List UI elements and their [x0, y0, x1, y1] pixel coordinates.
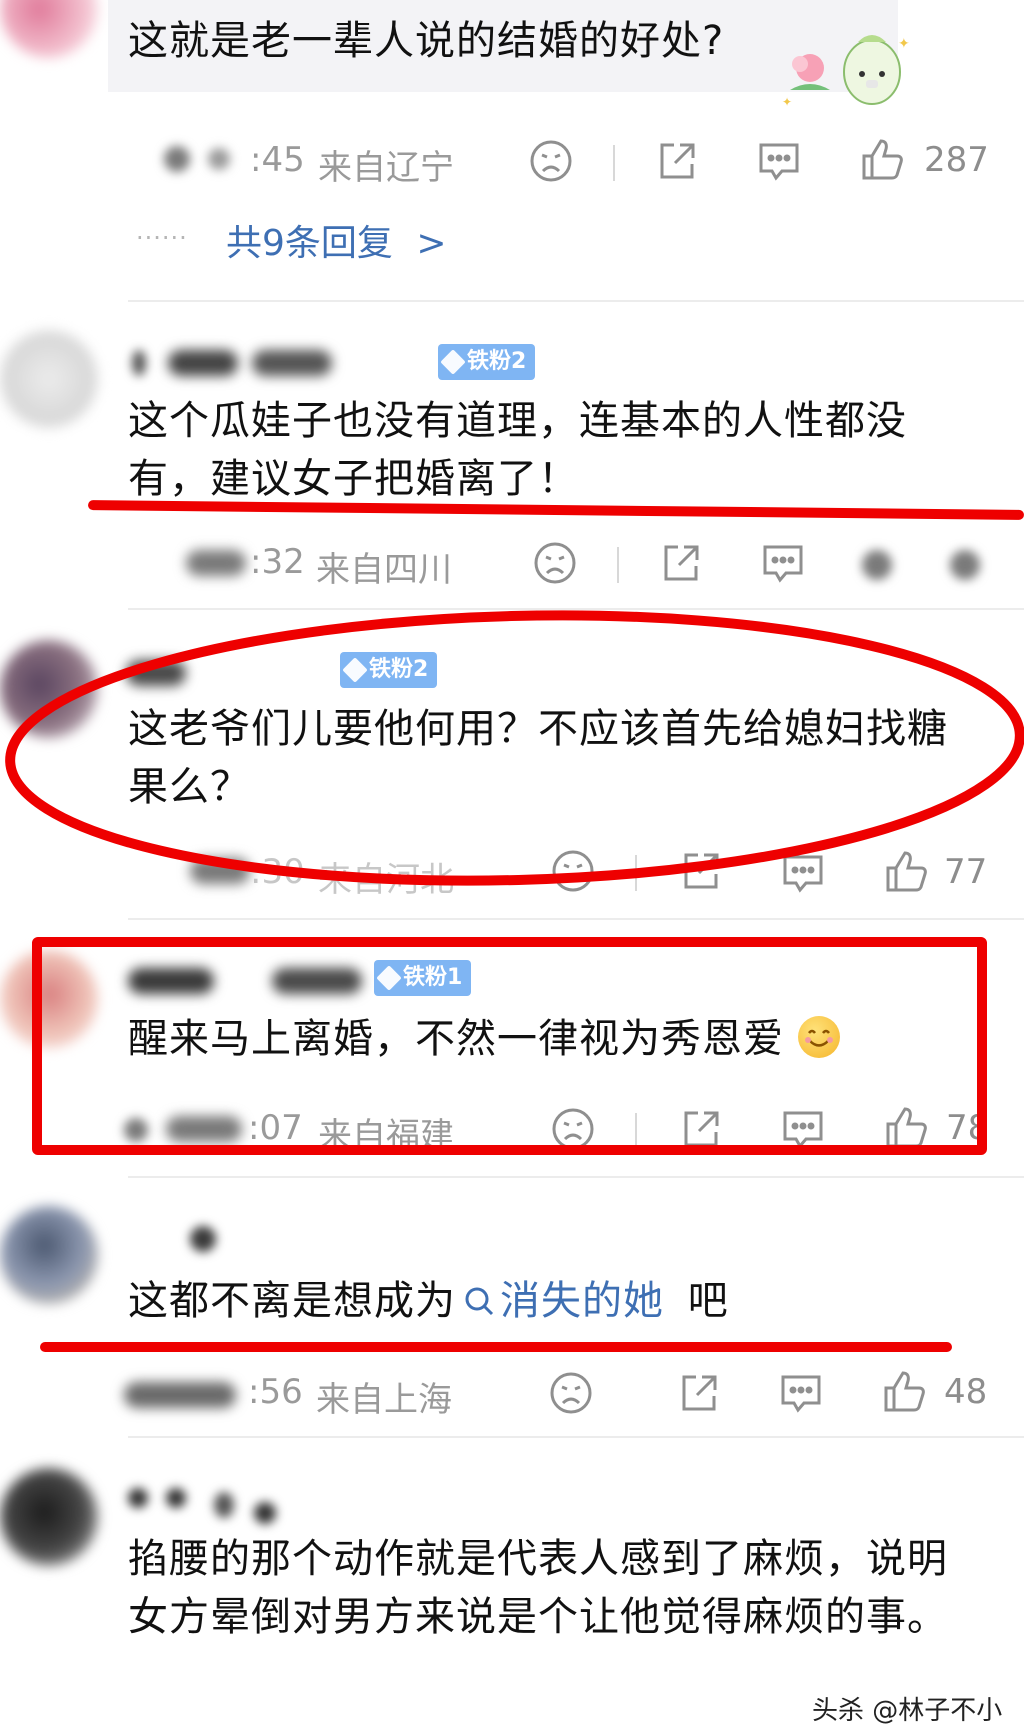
- blurred-username: [190, 1226, 216, 1252]
- comment-time: :56: [248, 1372, 303, 1412]
- comment-time: :32: [250, 542, 305, 582]
- comment-text: 这个瓜娃子也没有道理，连基本的人性都没有，建议女子把婚离了！: [128, 398, 907, 502]
- comment-icon[interactable]: [756, 138, 802, 184]
- divider: [613, 145, 615, 181]
- diamond-icon: [440, 349, 466, 375]
- blurred-date: [124, 1382, 236, 1408]
- badge-label: 铁粉2: [467, 349, 527, 374]
- blurred-username: [254, 1502, 276, 1524]
- avatar[interactable]: [0, 0, 98, 58]
- thumbs-up-icon[interactable]: [882, 1368, 928, 1414]
- share-icon[interactable]: [654, 138, 700, 184]
- comment-text-suffix: 吧: [687, 1278, 729, 1324]
- comment-icon[interactable]: [760, 540, 806, 586]
- comment-text: 掐腰的那个动作就是代表人感到了麻烦，说明女方晕倒对男方来说是个让他觉得麻烦的事。: [128, 1536, 948, 1640]
- chevron-right-icon: >: [416, 223, 447, 264]
- blurred-date: [208, 148, 230, 170]
- divider: [128, 918, 1024, 920]
- comment-time: :45: [250, 140, 305, 180]
- comment-location: 来自四川: [316, 550, 452, 590]
- avatar[interactable]: [0, 330, 98, 428]
- topic-link-label[interactable]: 消失的她: [500, 1278, 664, 1324]
- avatar[interactable]: [0, 1206, 98, 1304]
- replies-count-label: 共9条回复: [226, 223, 393, 264]
- dislike-face-icon[interactable]: [532, 540, 578, 586]
- comment-text: 这都不离是想成为 消失的她 吧: [128, 1272, 988, 1334]
- like-count: 287: [924, 140, 989, 180]
- fan-level-badge: 铁粉2: [438, 344, 536, 380]
- blurred-username: [166, 1488, 186, 1508]
- blurred-username: [168, 350, 238, 376]
- dislike-face-icon[interactable]: [548, 1370, 594, 1416]
- svg-text:✦: ✦: [782, 95, 792, 108]
- blurred-username: [252, 350, 332, 376]
- blurred-like-count: [950, 550, 980, 580]
- divider: [617, 547, 619, 583]
- dislike-face-icon[interactable]: [528, 138, 574, 184]
- like-count: 48: [944, 1372, 988, 1412]
- search-icon: [462, 1276, 496, 1334]
- blurred-like-icon: [862, 550, 892, 580]
- blurred-date: [186, 550, 246, 576]
- divider: [128, 300, 1024, 302]
- view-replies-link[interactable]: 共9条回复 >: [226, 214, 447, 266]
- annotation-box: [32, 937, 987, 1155]
- blurred-username: [214, 1492, 234, 1518]
- topic-link[interactable]: 消失的她: [456, 1278, 664, 1324]
- share-icon[interactable]: [658, 540, 704, 586]
- watermark: 头杀 @林子不小: [812, 1696, 1003, 1726]
- reply-dots: ······: [136, 224, 188, 252]
- blurred-username: [132, 350, 146, 376]
- annotation-underline: [40, 1342, 952, 1352]
- divider: [128, 1176, 1024, 1178]
- blurred-date: [164, 146, 190, 172]
- share-icon[interactable]: [676, 1370, 722, 1416]
- comment-icon[interactable]: [778, 1370, 824, 1416]
- avatar[interactable]: [0, 1468, 98, 1566]
- comment-location: 来自辽宁: [318, 148, 454, 188]
- comment-text-prefix: 这都不离是想成为: [128, 1278, 456, 1324]
- annotation-ellipse: [5, 610, 1024, 886]
- divider: [128, 1436, 1024, 1438]
- thumbs-up-icon[interactable]: [860, 136, 906, 182]
- sticker-icon: ✦ ✦: [780, 28, 910, 109]
- blurred-username: [128, 1488, 148, 1508]
- svg-text:✦: ✦: [898, 36, 910, 52]
- comment-location: 来自上海: [316, 1380, 452, 1420]
